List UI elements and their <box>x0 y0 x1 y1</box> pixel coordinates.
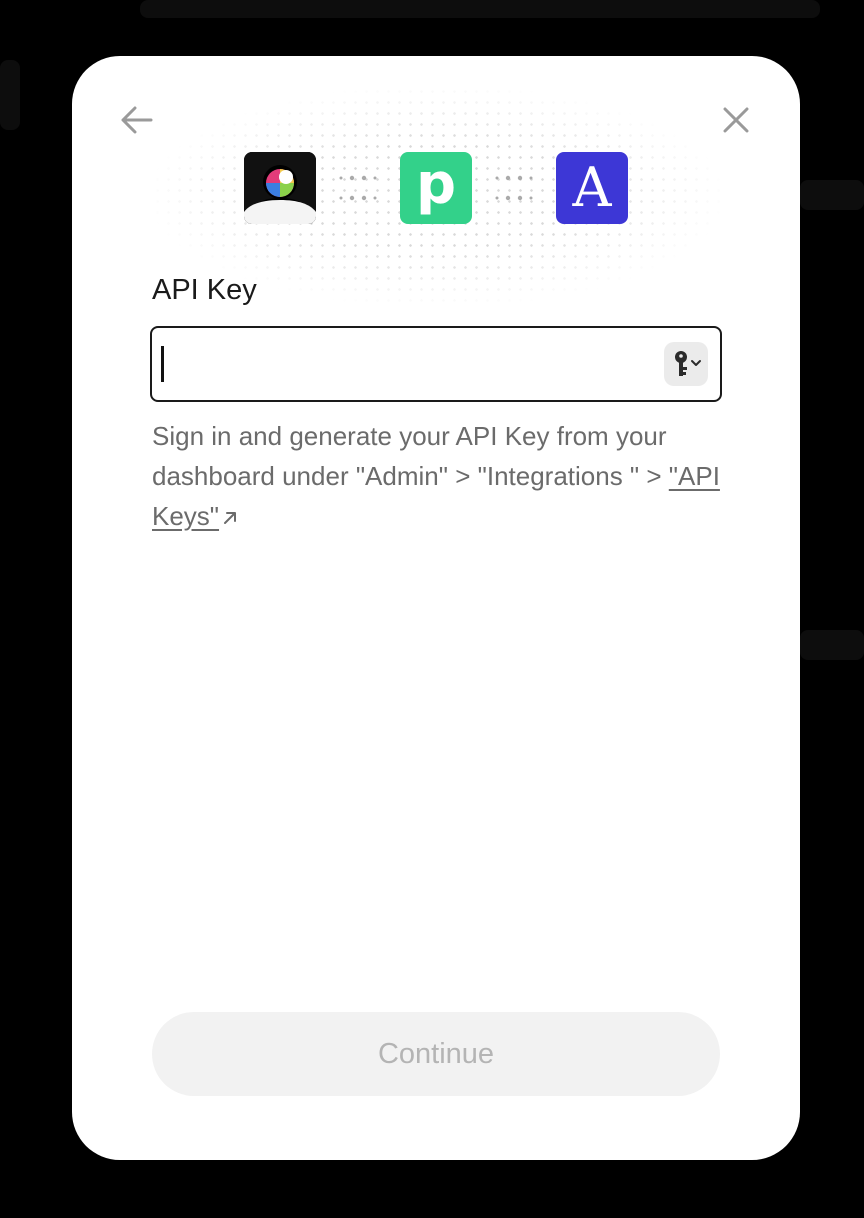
help-text: Sign in and generate your API Key from y… <box>152 416 732 536</box>
help-text-body: Sign in and generate your API Key from y… <box>152 421 669 491</box>
connector-dots <box>316 152 400 224</box>
pipedrive-logo: p <box>400 152 472 224</box>
close-button[interactable] <box>714 98 758 142</box>
external-arrow-icon <box>224 512 237 524</box>
connector-dots <box>472 152 556 224</box>
text-caret <box>161 346 164 382</box>
backdrop-bar <box>0 60 20 130</box>
api-key-field[interactable] <box>150 326 722 402</box>
api-key-input[interactable] <box>160 328 654 402</box>
arrow-left-icon <box>121 106 153 134</box>
backdrop-bar <box>800 180 864 210</box>
backdrop-bar <box>140 0 820 18</box>
api-key-label: API Key <box>152 274 257 306</box>
attio-logo: A <box>556 152 628 224</box>
close-icon <box>723 107 749 133</box>
key-chevron-icon <box>675 351 701 376</box>
backdrop-bar <box>800 630 864 660</box>
integration-logos: p A <box>244 152 628 224</box>
continue-button[interactable]: Continue <box>152 1012 720 1096</box>
back-button[interactable] <box>114 98 158 142</box>
password-autofill-button[interactable] <box>664 342 708 386</box>
api-key-dialog: p A API Key Sign in and generate your AP… <box>72 56 800 1160</box>
app-logo <box>244 152 316 224</box>
